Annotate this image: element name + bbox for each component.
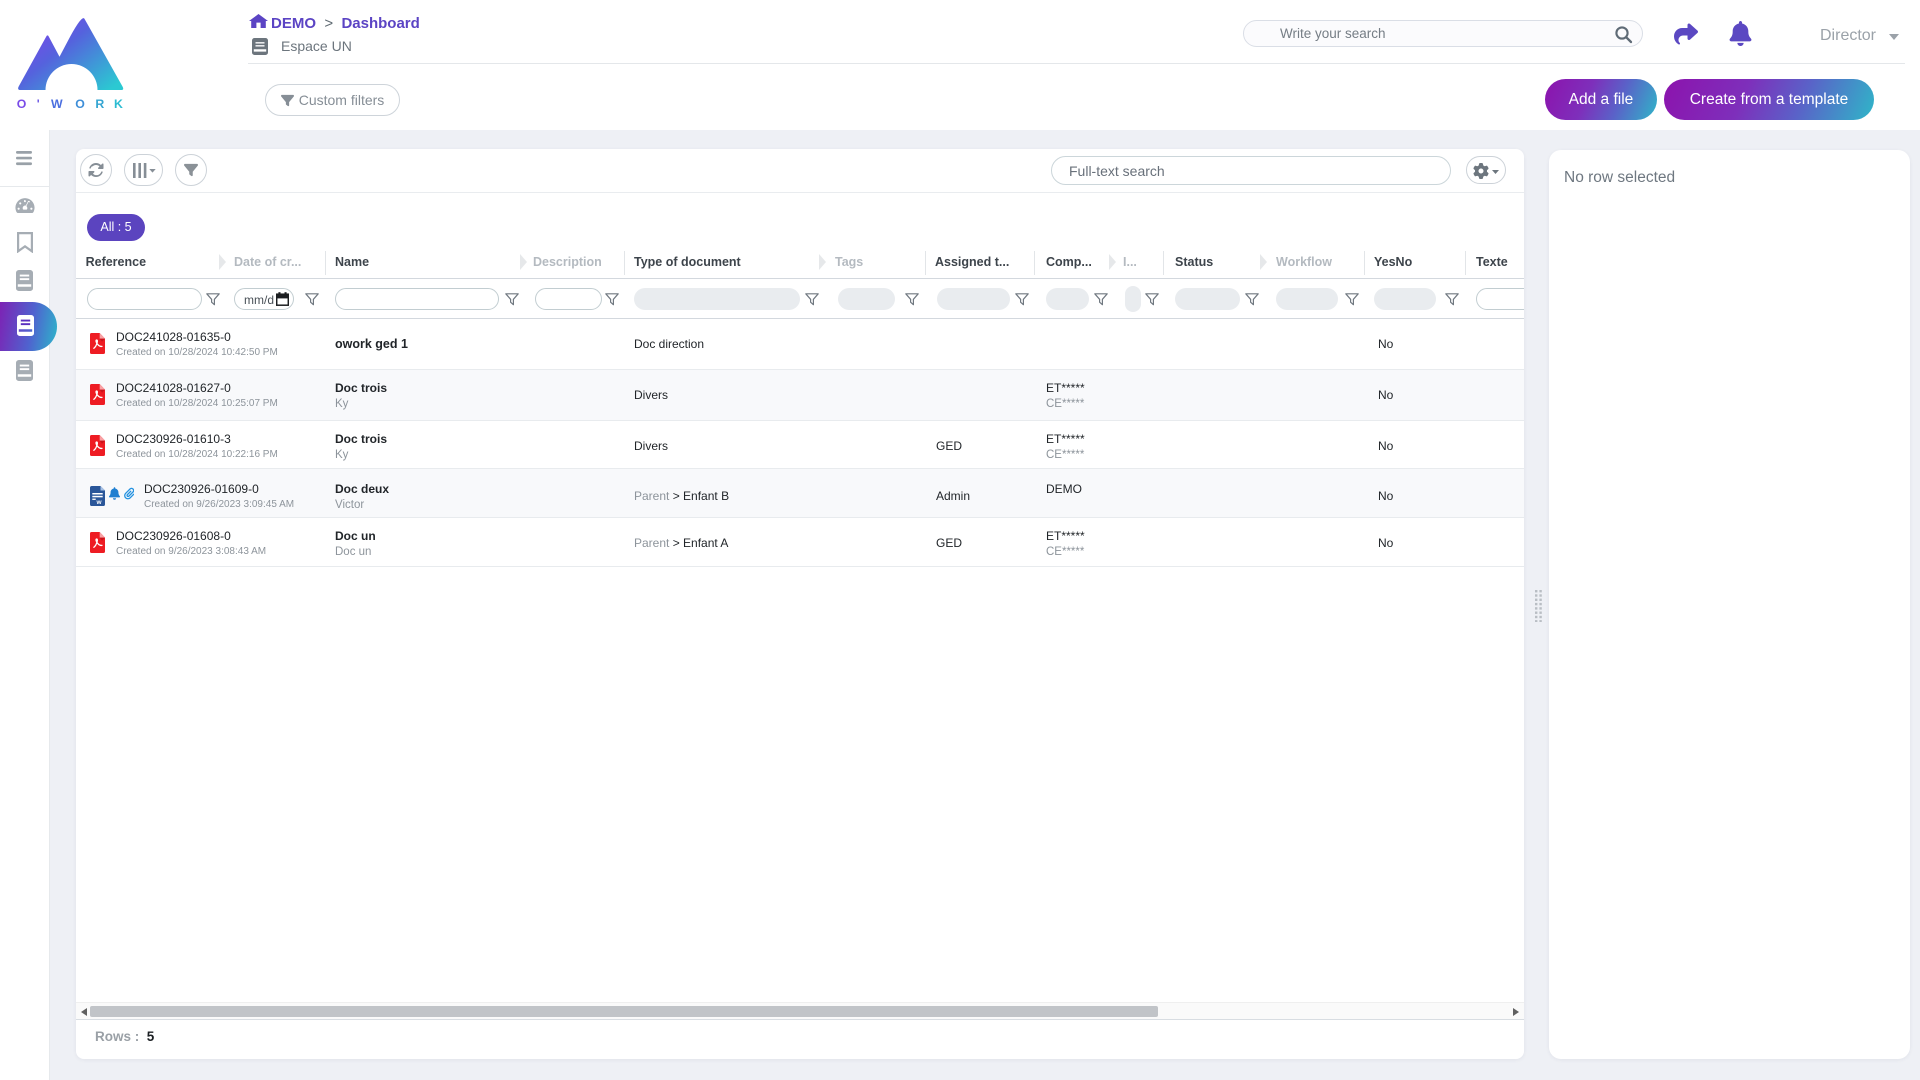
svg-text:O: O — [75, 97, 85, 111]
svg-text:R: R — [95, 97, 104, 111]
svg-text:O: O — [17, 97, 27, 111]
svg-text:K: K — [114, 97, 123, 111]
svg-text:W: W — [51, 97, 63, 111]
svg-text:w: w — [96, 499, 103, 506]
svg-text:': ' — [37, 97, 40, 111]
